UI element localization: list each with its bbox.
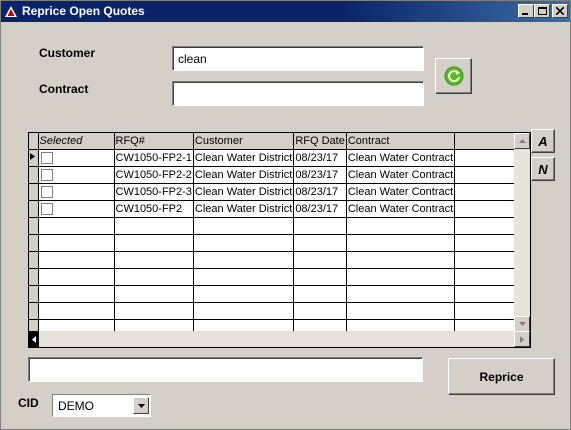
filler-cell bbox=[454, 149, 520, 167]
customer-input[interactable]: clean bbox=[172, 46, 424, 71]
table-row[interactable]: CW1050-FP2-3 Clean Water District 08/23/… bbox=[29, 183, 520, 201]
quotes-table: Selected RFQ# Customer RFQ Date Contract… bbox=[29, 133, 520, 337]
empty-row bbox=[29, 251, 520, 269]
quotes-grid[interactable]: Selected RFQ# Customer RFQ Date Contract… bbox=[28, 132, 531, 348]
table-row[interactable]: CW1050-FP2-1 Clean Water District 08/23/… bbox=[29, 149, 520, 167]
vertical-scrollbar[interactable] bbox=[514, 133, 530, 332]
col-rfq[interactable]: RFQ# bbox=[114, 133, 194, 150]
scroll-down-icon bbox=[518, 322, 526, 326]
selected-checkbox-cell[interactable] bbox=[38, 166, 115, 184]
a-button[interactable]: A bbox=[531, 129, 555, 153]
col-selected[interactable]: Selected bbox=[38, 133, 115, 150]
customer-label: Customer bbox=[39, 46, 96, 60]
empty-row bbox=[29, 217, 520, 235]
filler-cell bbox=[454, 200, 520, 218]
minimize-icon bbox=[522, 13, 528, 15]
cid-label: CID bbox=[18, 396, 39, 410]
refresh-icon bbox=[444, 66, 463, 86]
window-title: Reprice Open Quotes bbox=[22, 4, 145, 18]
row-pointer-icon bbox=[30, 153, 35, 160]
col-contract[interactable]: Contract bbox=[346, 133, 456, 150]
contract-cell: Clean Water Contract bbox=[346, 183, 456, 201]
refresh-button[interactable] bbox=[435, 58, 472, 94]
contract-cell: Clean Water Contract bbox=[346, 149, 456, 167]
empty-row bbox=[29, 268, 520, 286]
main-window: Reprice Open Quotes Customer clean Contr… bbox=[0, 0, 571, 430]
empty-row bbox=[29, 302, 520, 320]
selected-checkbox[interactable] bbox=[40, 169, 53, 182]
row-pointer bbox=[29, 149, 39, 167]
reprice-button[interactable]: Reprice bbox=[448, 358, 555, 395]
header-row: Selected RFQ# Customer RFQ Date Contract bbox=[29, 133, 520, 150]
col-rfq-date[interactable]: RFQ Date bbox=[293, 133, 347, 150]
scroll-right-icon bbox=[520, 335, 524, 343]
contract-label: Contract bbox=[39, 82, 89, 96]
title-bar: Reprice Open Quotes bbox=[1, 1, 570, 22]
dropdown-arrow-icon bbox=[137, 403, 145, 408]
close-icon bbox=[556, 7, 564, 15]
app-icon bbox=[5, 6, 17, 17]
maximize-icon bbox=[537, 7, 547, 15]
status-field[interactable] bbox=[28, 357, 423, 382]
rfq-cell: CW1050-FP2 bbox=[114, 200, 194, 218]
col-filler bbox=[454, 133, 520, 150]
contract-cell: Clean Water Contract bbox=[346, 200, 456, 218]
selected-checkbox-cell[interactable] bbox=[38, 183, 115, 201]
filler-cell bbox=[454, 166, 520, 184]
cid-selected-value: DEMO bbox=[58, 399, 94, 413]
scroll-left-button[interactable] bbox=[29, 331, 39, 347]
row-selector-header bbox=[29, 133, 39, 150]
empty-row bbox=[29, 285, 520, 303]
selected-checkbox[interactable] bbox=[40, 152, 53, 165]
table-row[interactable]: CW1050-FP2 Clean Water District 08/23/17… bbox=[29, 200, 520, 218]
customer-cell: Clean Water District bbox=[193, 200, 295, 218]
horizontal-scrollbar[interactable] bbox=[29, 331, 530, 347]
cid-select[interactable]: DEMO bbox=[52, 394, 151, 417]
selected-checkbox[interactable] bbox=[40, 186, 53, 199]
close-button[interactable] bbox=[552, 4, 568, 18]
customer-cell: Clean Water District bbox=[193, 149, 295, 167]
selected-checkbox-cell[interactable] bbox=[38, 149, 115, 167]
scroll-left-icon bbox=[32, 335, 36, 343]
rfq-cell: CW1050-FP2-1 bbox=[114, 149, 194, 167]
selected-checkbox-cell[interactable] bbox=[38, 200, 115, 218]
n-button[interactable]: N bbox=[531, 157, 555, 181]
minimize-button[interactable] bbox=[518, 4, 534, 18]
rfq-cell: CW1050-FP2-3 bbox=[114, 183, 194, 201]
row-pointer bbox=[29, 166, 39, 184]
contract-input[interactable] bbox=[172, 81, 424, 106]
rfq-date-cell: 08/23/17 bbox=[293, 200, 347, 218]
maximize-button[interactable] bbox=[534, 4, 550, 18]
rfq-date-cell: 08/23/17 bbox=[293, 166, 347, 184]
scroll-up-icon bbox=[518, 139, 526, 143]
table-row[interactable]: CW1050-FP2-2 Clean Water District 08/23/… bbox=[29, 166, 520, 184]
row-pointer bbox=[29, 200, 39, 218]
cid-dropdown-button[interactable] bbox=[133, 397, 149, 414]
customer-cell: Clean Water District bbox=[193, 183, 295, 201]
rfq-date-cell: 08/23/17 bbox=[293, 149, 347, 167]
empty-row bbox=[29, 234, 520, 252]
contract-cell: Clean Water Contract bbox=[346, 166, 456, 184]
filler-cell bbox=[454, 183, 520, 201]
col-customer[interactable]: Customer bbox=[193, 133, 295, 150]
scroll-down-button[interactable] bbox=[514, 316, 530, 332]
selected-checkbox[interactable] bbox=[40, 203, 53, 216]
row-pointer bbox=[29, 183, 39, 201]
customer-cell: Clean Water District bbox=[193, 166, 295, 184]
scroll-right-button[interactable] bbox=[514, 331, 530, 347]
rfq-cell: CW1050-FP2-2 bbox=[114, 166, 194, 184]
rfq-date-cell: 08/23/17 bbox=[293, 183, 347, 201]
scroll-up-button[interactable] bbox=[514, 133, 530, 149]
